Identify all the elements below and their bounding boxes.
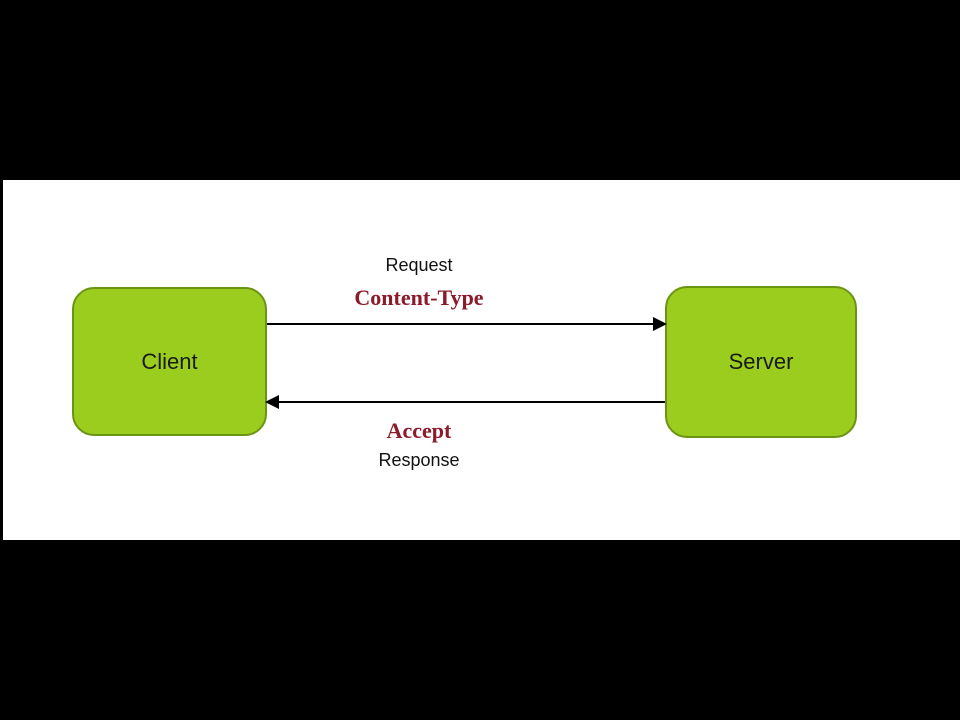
server-label: Server [729, 349, 794, 375]
response-arrow [267, 401, 665, 403]
accept-label: Accept [319, 418, 519, 444]
diagram-canvas: Client Server Request Content-Type Accep… [0, 180, 960, 540]
content-type-label: Content-Type [319, 285, 519, 311]
server-node: Server [665, 286, 857, 438]
response-label: Response [319, 450, 519, 471]
client-label: Client [141, 349, 197, 375]
request-arrow [267, 323, 665, 325]
request-label: Request [319, 255, 519, 276]
client-node: Client [72, 287, 267, 436]
